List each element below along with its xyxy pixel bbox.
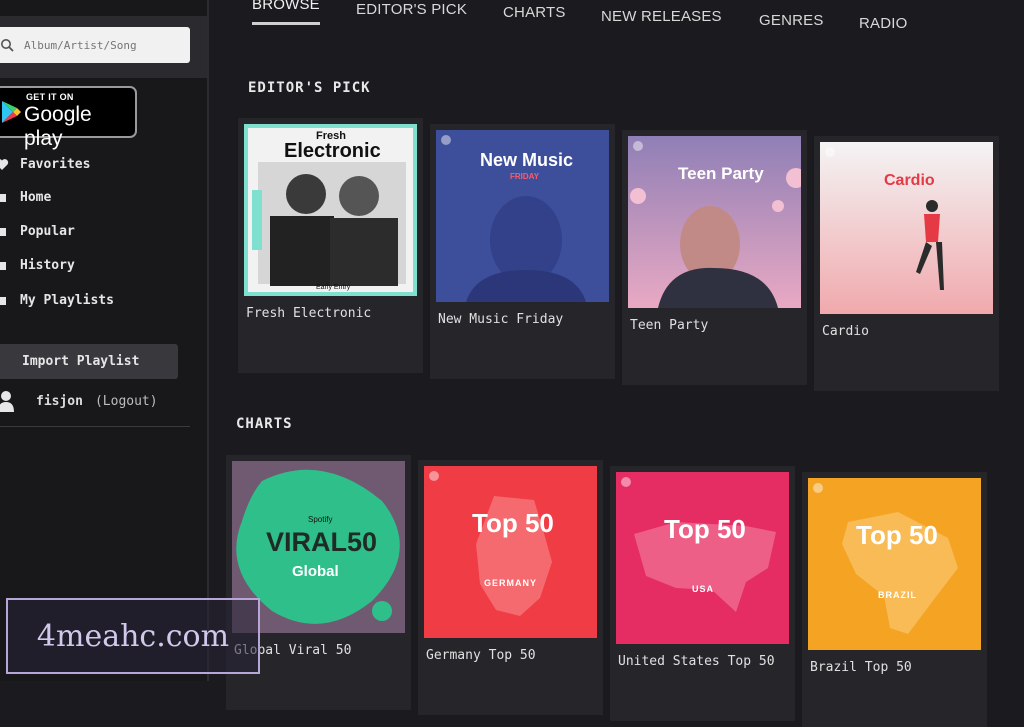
playlist-card-teen-party[interactable]: Teen Party Teen Party	[622, 130, 807, 385]
cover-dot	[633, 141, 643, 151]
badge-small-text: GET IT ON	[26, 92, 74, 102]
top-tabs: BROWSE EDITOR'S PICK CHARTS NEW RELEASES…	[252, 0, 1024, 40]
sidebar-divider	[0, 426, 190, 427]
cover-dot	[825, 147, 835, 157]
tab-browse[interactable]: BROWSE	[252, 0, 320, 25]
google-play-badge[interactable]: GET IT ON Google play	[0, 86, 137, 150]
art-title-text: Top 50	[472, 508, 554, 538]
user-row: fisjon (Logout)	[0, 388, 158, 414]
cover-dot	[441, 135, 451, 145]
playlist-icon	[0, 292, 10, 308]
sidebar-item-popular[interactable]: Popular	[0, 219, 75, 243]
import-playlist-label: Import Playlist	[22, 354, 140, 369]
search-icon	[1, 39, 14, 52]
tab-charts[interactable]: CHARTS	[503, 4, 566, 21]
playlist-card-new-music-friday[interactable]: New Music FRIDAY New Music Friday	[430, 124, 615, 379]
playlist-cover: Fresh Electronic Early Entry	[244, 124, 417, 296]
sidebar-item-label: Popular	[20, 223, 75, 239]
tab-radio[interactable]: RADIO	[859, 15, 908, 32]
art-bottom-text: Early Entry	[316, 284, 351, 291]
logout-link[interactable]: (Logout)	[95, 394, 158, 409]
cover-dot	[813, 483, 823, 493]
playlist-card-cardio[interactable]: Cardio Cardio	[814, 136, 999, 391]
user-icon	[0, 391, 14, 412]
search-field[interactable]	[0, 27, 190, 63]
art-title-text: Electronic	[284, 140, 381, 162]
watermark: 4meahc.com	[6, 598, 260, 674]
cover-dot	[429, 471, 439, 481]
cover-dot	[621, 477, 631, 487]
sidebar-item-label: My Playlists	[20, 292, 114, 308]
heart-icon	[0, 156, 10, 172]
sidebar-item-home[interactable]: Home	[0, 185, 51, 209]
art-title-text: Teen Party	[678, 164, 764, 183]
sidebar-item-favorites[interactable]: Favorites	[0, 152, 90, 176]
tab-new-releases[interactable]: NEW RELEASES	[601, 8, 722, 25]
sidebar-item-my-playlists[interactable]: My Playlists	[0, 288, 114, 312]
chart-cover: Top 50 USA	[616, 472, 789, 644]
watermark-text: 4meahc.com	[36, 618, 230, 654]
badge-big-text: Google play	[24, 103, 92, 150]
card-caption: United States Top 50	[618, 654, 775, 669]
home-icon	[0, 189, 10, 205]
search-area	[0, 16, 207, 78]
card-caption: Germany Top 50	[426, 648, 536, 663]
playlist-cover: Teen Party	[628, 136, 801, 308]
art-title-text: Top 50	[856, 520, 938, 550]
art-title-text: Cardio	[884, 172, 935, 189]
art-title-text: New Music	[480, 150, 574, 170]
google-play-icon	[2, 101, 21, 123]
card-caption: New Music Friday	[438, 312, 564, 327]
art-sub-text: USA	[692, 584, 715, 594]
card-caption: Teen Party	[630, 318, 709, 333]
history-icon	[0, 257, 10, 273]
chart-card-germany-top-50[interactable]: Top 50 GERMANY Germany Top 50	[418, 460, 603, 715]
card-caption: Brazil Top 50	[810, 660, 912, 675]
art-brand-text: Spotify	[308, 515, 333, 524]
sidebar-item-history[interactable]: History	[0, 253, 75, 277]
art-title-text: VIRAL50	[266, 527, 378, 557]
chart-cover: Top 50 GERMANY	[424, 466, 597, 638]
tab-editors-pick[interactable]: EDITOR'S PICK	[356, 1, 467, 18]
art-sub-text: BRAZIL	[878, 590, 917, 600]
sidebar: GET IT ON Google play Favorites Home Pop…	[0, 0, 209, 681]
chart-card-brazil-top-50[interactable]: Top 50 BRAZIL Brazil Top 50	[802, 472, 987, 727]
playlist-cover: Cardio	[820, 142, 993, 314]
art-sub-text: Global	[292, 563, 339, 580]
sidebar-item-label: History	[20, 257, 75, 273]
search-input[interactable]	[22, 37, 176, 53]
charts-heading: CHARTS	[236, 416, 293, 432]
card-caption: Fresh Electronic	[246, 306, 372, 321]
art-sub-text: GERMANY	[484, 578, 538, 588]
playlist-cover: New Music FRIDAY	[436, 130, 609, 302]
sidebar-item-label: Home	[20, 189, 52, 205]
chart-cover: Top 50 BRAZIL	[808, 478, 981, 650]
art-sub-text: FRIDAY	[510, 172, 540, 181]
playlist-card-fresh-electronic[interactable]: Fresh Electronic Early Entry Fresh Elect…	[238, 118, 423, 373]
card-caption: Cardio	[822, 324, 869, 339]
popular-icon	[0, 223, 10, 239]
sidebar-item-label: Favorites	[20, 156, 91, 172]
import-playlist-button[interactable]: Import Playlist	[0, 344, 178, 379]
username: fisjon	[36, 393, 83, 409]
art-title-text: Top 50	[664, 514, 746, 544]
tab-genres[interactable]: GENRES	[759, 12, 824, 29]
chart-card-usa-top-50[interactable]: Top 50 USA United States Top 50	[610, 466, 795, 721]
editors-pick-heading: EDITOR'S PICK	[248, 80, 371, 96]
